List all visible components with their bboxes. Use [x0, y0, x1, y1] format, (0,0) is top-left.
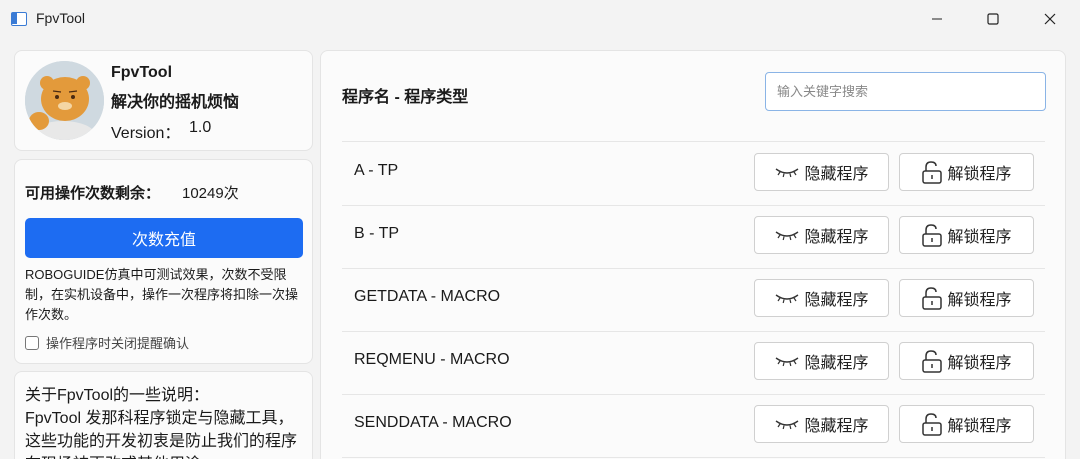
- minimize-button[interactable]: [909, 0, 965, 38]
- app-tagline: 解决你的摇机烦恼: [111, 94, 240, 111]
- profile-card: FpvTool 解决你的摇机烦恼 Version： 1.0: [14, 50, 313, 151]
- about-card: 关于FpvTool的一些说明： FpvTool 发那科程序锁定与隐藏工具，这些功…: [14, 371, 313, 459]
- recharge-button[interactable]: 次数充值: [25, 218, 303, 258]
- close-button[interactable]: [1022, 0, 1078, 38]
- about-title: 关于FpvTool的一些说明：: [25, 387, 210, 404]
- program-row: GETDATA - MACRO 隐藏程序 解锁程序: [342, 268, 1045, 331]
- program-row: SENDDATA - MACRO 隐藏程序 解锁程序: [342, 394, 1045, 457]
- title-bar: FpvTool: [0, 0, 1080, 38]
- window-title: FpvTool: [36, 10, 86, 26]
- unlock-program-label: 解锁程序: [947, 355, 1012, 372]
- eye-closed-icon: [776, 420, 799, 430]
- unlock-program-button[interactable]: 解锁程序: [899, 342, 1034, 380]
- program-name: GETDATA - MACRO: [354, 288, 501, 305]
- unlock-icon: [922, 413, 943, 436]
- app-name: FpvTool: [111, 64, 173, 81]
- unlock-program-button[interactable]: 解锁程序: [899, 216, 1034, 254]
- version-value: 1.0: [189, 119, 212, 136]
- eye-closed-icon: [776, 357, 799, 367]
- program-name: A - TP: [354, 162, 399, 179]
- unlock-icon: [922, 161, 943, 184]
- about-body: FpvTool 发那科程序锁定与隐藏工具，这些功能的开发初衷是防止我们的程序在现…: [25, 410, 298, 459]
- unlock-program-button[interactable]: 解锁程序: [899, 153, 1034, 191]
- app-window-icon: [11, 12, 27, 26]
- usage-note: ROBOGUIDE仿真中可测试效果，次数不受限制，在实机设备中，操作一次程序将扣…: [25, 267, 299, 322]
- unlock-icon: [922, 224, 943, 247]
- close-icon: [1044, 13, 1056, 25]
- unlock-program-label: 解锁程序: [947, 229, 1012, 246]
- eye-closed-icon: [776, 231, 799, 241]
- unlock-program-label: 解锁程序: [947, 292, 1012, 309]
- unlock-program-label: 解锁程序: [947, 418, 1012, 435]
- unlock-icon: [922, 287, 943, 310]
- search-input[interactable]: [765, 72, 1046, 111]
- hide-program-label: 隐藏程序: [804, 292, 869, 309]
- close-confirm-checkbox[interactable]: [25, 335, 39, 350]
- program-row: REQMENU - MACRO 隐藏程序 解锁程序: [342, 331, 1045, 394]
- hide-program-button[interactable]: 隐藏程序: [754, 405, 889, 443]
- close-confirm-checkbox-row[interactable]: 操作程序时关闭提醒确认: [25, 333, 189, 352]
- avatar-image: [25, 61, 104, 140]
- remaining-count-value: 10249次: [182, 185, 239, 202]
- list-header: 程序名 - 程序类型: [342, 89, 469, 106]
- unlock-program-button[interactable]: 解锁程序: [899, 405, 1034, 443]
- program-name: B - TP: [354, 225, 400, 242]
- eye-closed-icon: [776, 294, 799, 304]
- unlock-program-label: 解锁程序: [947, 166, 1012, 183]
- eye-closed-icon: [776, 168, 799, 178]
- program-row: A - TP 隐藏程序 解锁程序: [342, 142, 1045, 205]
- hide-program-label: 隐藏程序: [804, 166, 869, 183]
- avatar: [25, 61, 104, 140]
- unlock-program-button[interactable]: 解锁程序: [899, 279, 1034, 317]
- program-name: REQMENU - MACRO: [354, 351, 510, 368]
- row-divider: [342, 457, 1045, 458]
- hide-program-button[interactable]: 隐藏程序: [754, 279, 889, 317]
- about-text: 关于FpvTool的一些说明： FpvTool 发那科程序锁定与隐藏工具，这些功…: [25, 384, 307, 459]
- hide-program-label: 隐藏程序: [804, 418, 869, 435]
- hide-program-button[interactable]: 隐藏程序: [754, 216, 889, 254]
- hide-program-label: 隐藏程序: [804, 229, 869, 246]
- minimize-icon: [932, 18, 942, 20]
- usage-card: 可用操作次数剩余： 10249次 次数充值 ROBOGUIDE仿真中可测试效果，…: [14, 159, 313, 364]
- version-label: Version：: [111, 125, 181, 142]
- program-name: SENDDATA - MACRO: [354, 414, 512, 431]
- hide-program-label: 隐藏程序: [804, 355, 869, 372]
- hide-program-button[interactable]: 隐藏程序: [754, 342, 889, 380]
- hide-program-button[interactable]: 隐藏程序: [754, 153, 889, 191]
- remaining-count-label: 可用操作次数剩余：: [25, 185, 161, 202]
- program-list-panel: 程序名 - 程序类型 A - TP 隐藏程序 解锁程序 B - TP 隐藏程序 …: [320, 50, 1066, 459]
- maximize-button[interactable]: [965, 0, 1021, 38]
- close-confirm-checkbox-label: 操作程序时关闭提醒确认: [46, 336, 190, 351]
- maximize-icon: [987, 13, 999, 25]
- unlock-icon: [922, 350, 943, 373]
- program-row: B - TP 隐藏程序 解锁程序: [342, 205, 1045, 268]
